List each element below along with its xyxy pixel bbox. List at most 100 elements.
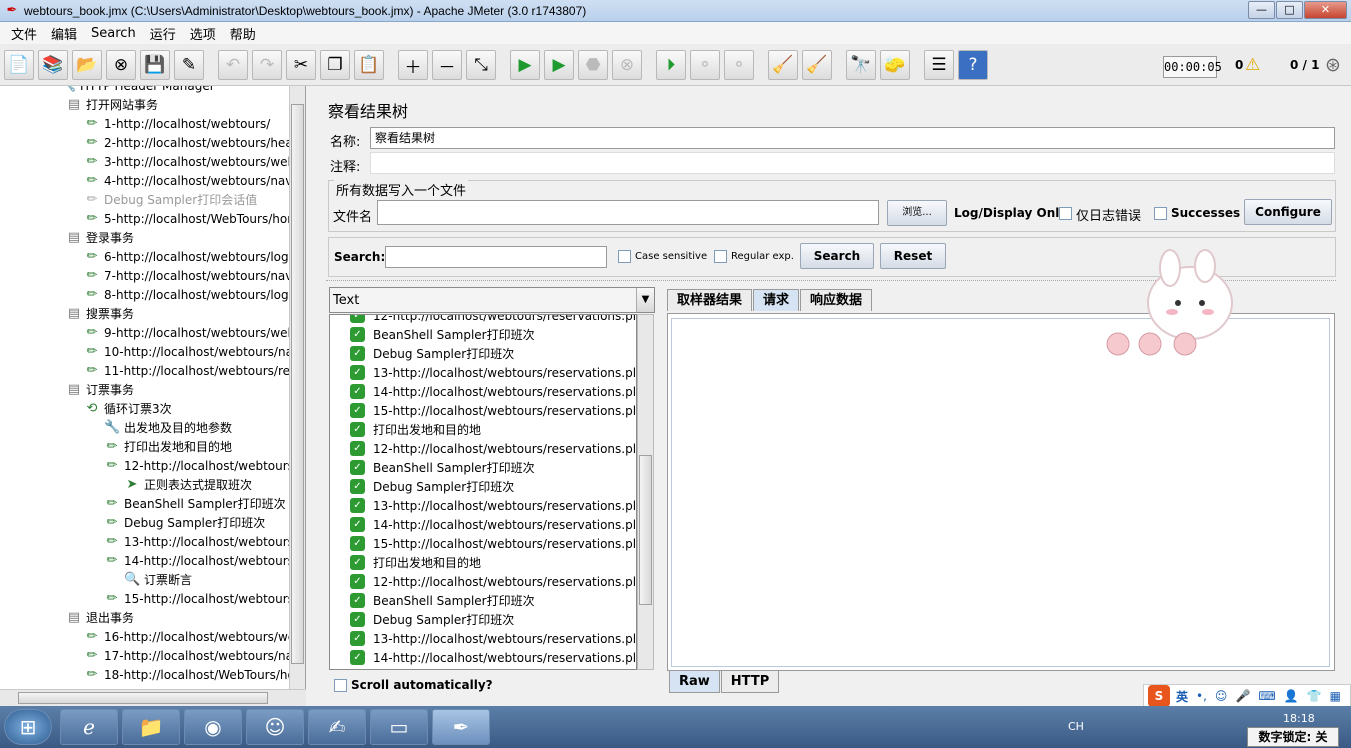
tree-vertical-scrollbar[interactable] bbox=[289, 86, 305, 689]
search-binoculars-icon[interactable]: 🔭 bbox=[846, 50, 876, 80]
close-file-icon[interactable]: ⊗ bbox=[106, 50, 136, 80]
grid-menu-icon[interactable]: ▦ bbox=[1330, 689, 1341, 703]
tab-raw[interactable]: Raw bbox=[669, 671, 720, 693]
tree-item[interactable]: ✏ 13-http://localhost/webtours/re bbox=[104, 532, 305, 551]
save-icon[interactable]: 💾 bbox=[140, 50, 170, 80]
result-list-item[interactable]: ✓ 15-http://localhost/webtours/reservatio… bbox=[350, 534, 636, 553]
maximize-button[interactable]: □ bbox=[1276, 1, 1303, 19]
tree-item[interactable]: ✏ 6-http://localhost/webtours/login.p bbox=[84, 247, 305, 266]
result-list-item[interactable]: ✓ 14-http://localhost/webtours/reservatio… bbox=[350, 382, 636, 401]
tree-item[interactable]: ✏ 3-http://localhost/webtours/welcor bbox=[84, 152, 305, 171]
list-vertical-scrollbar[interactable] bbox=[637, 314, 654, 670]
result-list-item[interactable]: ✓ Debug Sampler打印班次 bbox=[350, 477, 514, 496]
tree-item[interactable]: ✏ Debug Sampler打印会话值 bbox=[84, 190, 258, 209]
copy-icon[interactable]: ❐ bbox=[320, 50, 350, 80]
search-input[interactable] bbox=[385, 246, 607, 268]
name-field[interactable]: 察看结果树 bbox=[370, 127, 1335, 149]
tree-item[interactable]: ✏ 5-http://localhost/WebTours/home bbox=[84, 209, 305, 228]
tree-item[interactable]: ✏ 7-http://localhost/webtours/nav.pl bbox=[84, 266, 305, 285]
tree-item[interactable]: ▤ 退出事务 bbox=[66, 608, 134, 627]
case-sensitive-checkbox[interactable] bbox=[618, 250, 631, 263]
tree-horizontal-scrollbar[interactable] bbox=[0, 689, 306, 706]
paste-icon[interactable]: 📋 bbox=[354, 50, 384, 80]
tree-item[interactable]: ✏ 18-http://localhost/WebTours/hom bbox=[84, 665, 305, 684]
redo-icon[interactable]: ↷ bbox=[252, 50, 282, 80]
emoji-icon[interactable]: ☺ bbox=[1215, 689, 1228, 703]
keyboard-icon[interactable]: ⌨ bbox=[1258, 689, 1275, 703]
jmeter-taskbar-icon[interactable]: ✒ bbox=[432, 709, 490, 745]
voice-icon[interactable]: 🎤 bbox=[1235, 689, 1250, 703]
warning-icon[interactable]: ⚠ bbox=[1245, 55, 1260, 75]
scroll-thumb[interactable] bbox=[639, 455, 652, 605]
ime-punct-icon[interactable]: •, bbox=[1196, 689, 1207, 703]
skin-icon[interactable]: 👕 bbox=[1307, 689, 1322, 703]
tree-item[interactable]: ▤ 登录事务 bbox=[66, 228, 134, 247]
minimize-button[interactable]: — bbox=[1248, 1, 1275, 19]
tree-item[interactable]: 🔍 订票断言 bbox=[124, 570, 192, 589]
result-list-item[interactable]: ✓ 12-http://localhost/webtours/reservatio… bbox=[350, 572, 636, 591]
result-list-item[interactable]: ✓ 12-http://localhost/webtours/reservatio… bbox=[350, 439, 636, 458]
result-list-item[interactable]: ✓ 打印出发地和目的地 bbox=[350, 553, 481, 572]
result-list-item[interactable]: ✓ BeanShell Sampler打印班次 bbox=[350, 591, 535, 610]
result-list-item[interactable]: ✓ Debug Sampler打印班次 bbox=[350, 610, 514, 629]
comment-field[interactable] bbox=[370, 152, 1335, 174]
chevron-down-icon[interactable]: ▼ bbox=[636, 288, 654, 312]
remote-shutdown-icon[interactable]: ⚬ bbox=[724, 50, 754, 80]
result-list-item[interactable]: ✓ 打印出发地和目的地 bbox=[350, 420, 481, 439]
tree-item[interactable]: ✏ 14-http://localhost/webtours/re bbox=[104, 551, 305, 570]
tree-item[interactable]: ✏ 打印出发地和目的地 bbox=[104, 437, 232, 456]
errors-only-checkbox[interactable] bbox=[1059, 207, 1072, 220]
reset-search-icon[interactable]: 🧽 bbox=[880, 50, 910, 80]
chrome-icon[interactable]: ◉ bbox=[184, 709, 242, 745]
expand-icon[interactable]: ＋ bbox=[398, 50, 428, 80]
tray-clock[interactable]: 18:18 bbox=[1283, 712, 1315, 725]
tree-item[interactable]: ✏ 4-http://localhost/webtours/nav.pl bbox=[84, 171, 305, 190]
tree-item[interactable]: ⟲ 循环订票3次 bbox=[84, 399, 172, 418]
regex-checkbox[interactable] bbox=[714, 250, 727, 263]
tray-language[interactable]: CH bbox=[1068, 720, 1084, 733]
browse-button[interactable]: 浏览... bbox=[887, 200, 947, 226]
reset-button[interactable]: Reset bbox=[880, 243, 946, 269]
result-list-item[interactable]: ✓ BeanShell Sampler打印班次 bbox=[350, 458, 535, 477]
remote-start-icon[interactable]: ⏵ bbox=[656, 50, 686, 80]
stop-icon[interactable]: ⬣ bbox=[578, 50, 608, 80]
cut-icon[interactable]: ✂ bbox=[286, 50, 316, 80]
search-button[interactable]: Search bbox=[800, 243, 874, 269]
scroll-thumb[interactable] bbox=[18, 692, 268, 704]
menu-edit[interactable]: 编辑 bbox=[44, 24, 84, 43]
result-list-item[interactable]: ✓ 14-http://localhost/webtours/reservatio… bbox=[350, 648, 636, 667]
result-list-item[interactable]: ✓ 14-http://localhost/webtours/reservatio… bbox=[350, 515, 636, 534]
tree-item[interactable]: ✏ BeanShell Sampler打印班次 bbox=[104, 494, 286, 513]
tree-item[interactable]: ➤ 正则表达式提取班次 bbox=[124, 475, 252, 494]
tab-request[interactable]: 请求 bbox=[753, 289, 800, 311]
ie-browser-icon[interactable]: ℯ bbox=[60, 709, 118, 745]
tree-item[interactable]: 🔧 HTTP Header Manager bbox=[60, 86, 215, 95]
tree-item[interactable]: ✏ 16-http://localhost/webtours/welco bbox=[84, 627, 305, 646]
test-plan-tree[interactable]: 🔧 HTTP Header Manager ▤ 打开网站事务 ✏ 1-http://loc… bbox=[0, 86, 306, 706]
tree-item[interactable]: ✏ 8-http://localhost/webtours/login.pl bbox=[84, 285, 305, 304]
notepad-icon[interactable]: ✍ bbox=[308, 709, 366, 745]
result-list-item[interactable]: ✓ BeanShell Sampler打印班次 bbox=[350, 325, 535, 344]
help-icon[interactable]: ? bbox=[958, 50, 988, 80]
collapse-icon[interactable]: － bbox=[432, 50, 462, 80]
function-helper-icon[interactable]: ☰ bbox=[924, 50, 954, 80]
new-icon[interactable]: 📄 bbox=[4, 50, 34, 80]
scroll-thumb[interactable] bbox=[291, 104, 304, 664]
undo-icon[interactable]: ↶ bbox=[218, 50, 248, 80]
save-as-image-icon[interactable]: ✎ bbox=[174, 50, 204, 80]
toggle-icon[interactable]: ⤡ bbox=[466, 50, 496, 80]
menu-help[interactable]: 帮助 bbox=[223, 24, 263, 43]
menu-run[interactable]: 运行 bbox=[143, 24, 183, 43]
start-orb-icon[interactable]: ⊞ bbox=[4, 709, 52, 745]
start-icon[interactable]: ▶ bbox=[510, 50, 540, 80]
face-app-icon[interactable]: ☺ bbox=[246, 709, 304, 745]
result-list-item[interactable]: ✓ 15-http://localhost/webtours/reservatio… bbox=[350, 401, 636, 420]
tab-response-data[interactable]: 响应数据 bbox=[800, 289, 873, 311]
tab-sampler-result[interactable]: 取样器结果 bbox=[667, 289, 753, 311]
request-text-area[interactable] bbox=[671, 318, 1330, 667]
tree-item[interactable]: ✏ 1-http://localhost/webtours/ bbox=[84, 114, 271, 133]
result-list-item[interactable]: ✓ 13-http://localhost/webtours/reservatio… bbox=[350, 629, 636, 648]
filename-field[interactable] bbox=[377, 200, 879, 225]
user-icon[interactable]: 👤 bbox=[1284, 689, 1299, 703]
remote-stop-icon[interactable]: ⚬ bbox=[690, 50, 720, 80]
